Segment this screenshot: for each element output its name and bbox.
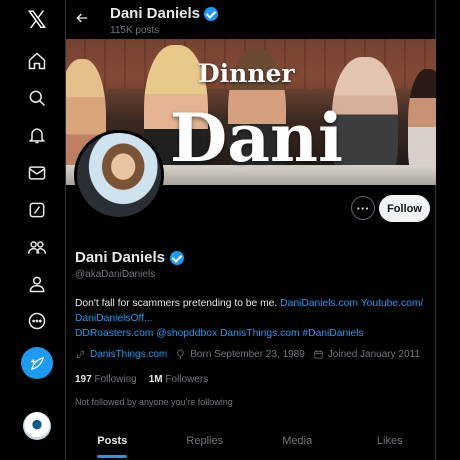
header-name: Dani Daniels (110, 5, 219, 22)
more-options-icon: ··· (356, 200, 370, 216)
profile-avatar[interactable] (74, 130, 164, 220)
profile-bio: Don't fall for scammers pretending to be… (75, 296, 430, 341)
tab-posts[interactable]: Posts (66, 424, 159, 460)
joined-item: Joined January 2011 (313, 349, 420, 360)
profile-header-bar: Dani Daniels 115K posts (66, 0, 436, 40)
arrow-left-icon (76, 13, 88, 23)
bio-link[interactable]: @shopddbox (156, 328, 217, 339)
following-count: 197 (75, 374, 92, 385)
profile-tabs: Posts Replies Media Likes (66, 424, 436, 460)
follow-counts: 197 Following 1M Followers (75, 374, 208, 385)
verified-badge-icon[interactable] (170, 250, 185, 265)
banner-title-big: Dani (170, 99, 344, 177)
verified-badge-icon (204, 6, 219, 21)
tab-media[interactable]: Media (251, 424, 344, 460)
followers-link[interactable]: 1M Followers (149, 374, 208, 385)
communities-icon[interactable] (19, 229, 55, 265)
bio-hashtag[interactable]: #DaniDaniels (302, 328, 363, 339)
profile-column: Dani Daniels 115K posts Dinner Dani ··· … (66, 0, 436, 460)
follow-button[interactable]: Follow (379, 195, 430, 222)
following-link[interactable]: 197 Following (75, 374, 137, 385)
x-logo-glyph: 𝕏 (27, 6, 47, 34)
profile-display-name: Dani Daniels (75, 249, 185, 266)
calendar-icon (314, 350, 323, 359)
grok-icon[interactable] (19, 192, 55, 228)
x-logo[interactable]: 𝕏 (19, 2, 55, 38)
search-icon[interactable] (19, 80, 55, 116)
compose-post-button[interactable] (21, 347, 53, 379)
balloon-icon (177, 349, 184, 360)
following-label: Following (94, 374, 137, 385)
website-item[interactable]: DanisThings.com (75, 349, 167, 360)
birthday-text: Born September 23, 1989 (190, 349, 305, 360)
bio-link[interactable]: DDRoasters.com (75, 328, 153, 339)
compose-post-icon (30, 356, 44, 370)
tab-replies[interactable]: Replies (159, 424, 252, 460)
posts-count: 115K posts (110, 25, 160, 36)
bio-text: Don't fall for scammers pretending to be… (75, 298, 278, 309)
bio-link[interactable]: DanisThings.com (220, 328, 300, 339)
notifications-icon[interactable] (19, 117, 55, 153)
home-icon[interactable] (19, 43, 55, 79)
profile-icon[interactable] (19, 266, 55, 302)
bio-link[interactable]: DaniDanielsOff... (75, 313, 153, 324)
tab-likes[interactable]: Likes (344, 424, 437, 460)
bio-link[interactable]: DaniDaniels.com (280, 298, 358, 309)
messages-icon[interactable] (19, 155, 55, 191)
more-options-button[interactable]: ··· (351, 196, 375, 220)
followers-label: Followers (165, 374, 209, 385)
profile-meta: DanisThings.com Born September 23, 1989 … (75, 349, 420, 360)
display-name-text: Dani Daniels (75, 249, 166, 266)
header-name-text: Dani Daniels (110, 5, 201, 22)
banner-title-small: Dinner (198, 59, 295, 88)
birthday-item: Born September 23, 1989 (175, 349, 305, 360)
joined-text: Joined January 2011 (327, 349, 420, 360)
not-followed-note: Not followed by anyone you're following (75, 397, 233, 407)
followers-count: 1M (148, 374, 163, 385)
more-icon[interactable] (19, 303, 55, 339)
bio-link[interactable]: Youtube.com/ (361, 298, 424, 309)
back-button[interactable] (74, 10, 94, 30)
profile-handle: @akaDaniDaniels (75, 269, 156, 280)
website-link[interactable]: DanisThings.com (90, 349, 167, 360)
left-nav: 𝕏 (0, 0, 66, 460)
account-avatar[interactable] (23, 412, 51, 440)
link-icon (76, 350, 85, 359)
